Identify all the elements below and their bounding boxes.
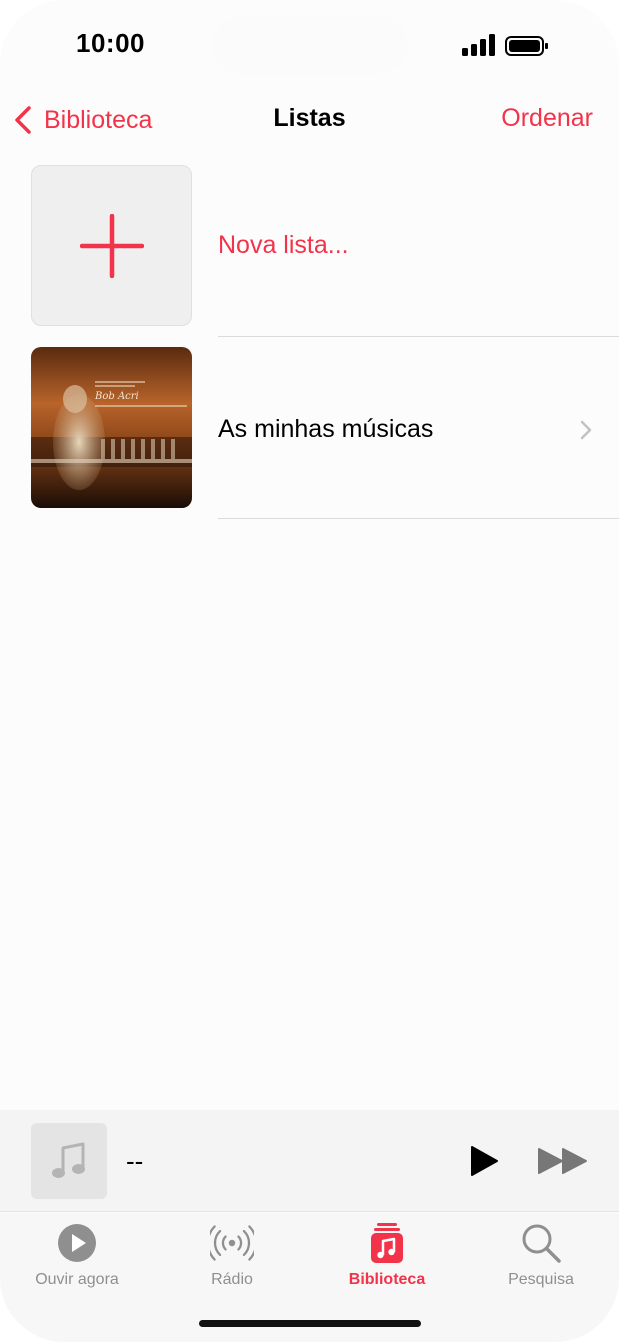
playlist-label: As minhas músicas xyxy=(218,415,434,443)
new-playlist-tile xyxy=(31,165,192,326)
tab-radio[interactable]: Rádio xyxy=(167,1221,297,1289)
play-button[interactable] xyxy=(468,1144,500,1178)
mini-player-artwork xyxy=(31,1123,107,1199)
tab-label: Biblioteca xyxy=(348,1271,426,1288)
chevron-right-icon xyxy=(580,420,592,440)
sort-button[interactable]: Ordenar xyxy=(501,104,593,133)
battery-icon xyxy=(505,36,548,56)
tab-label: Pesquisa xyxy=(508,1271,574,1288)
play-circle-icon xyxy=(58,1224,96,1262)
fast-forward-button[interactable] xyxy=(537,1146,589,1176)
status-bar: 10:00 xyxy=(0,0,619,90)
status-time: 10:00 xyxy=(76,28,145,58)
library-icon xyxy=(371,1223,403,1263)
tab-label: Ouvir agora xyxy=(35,1271,119,1288)
row-divider xyxy=(218,518,619,519)
cellular-signal-icon xyxy=(462,34,495,56)
new-playlist-row[interactable]: Nova lista... xyxy=(0,155,619,337)
new-playlist-label: Nova lista... xyxy=(218,231,349,259)
tab-library[interactable]: Biblioteca xyxy=(322,1221,452,1289)
music-note-icon xyxy=(52,1142,85,1178)
album-art-text: Bob Acri xyxy=(94,391,139,402)
now-playing-title: -- xyxy=(126,1146,144,1176)
tab-label: Rádio xyxy=(211,1271,253,1288)
tab-search[interactable]: Pesquisa xyxy=(476,1221,606,1289)
mini-player[interactable]: -- xyxy=(0,1110,619,1212)
radio-icon xyxy=(210,1225,254,1261)
tab-listen-now[interactable]: Ouvir agora xyxy=(12,1221,142,1289)
playlist-artwork: Bob Acri xyxy=(31,347,192,508)
search-icon xyxy=(522,1224,561,1263)
album-cover-image: Bob Acri xyxy=(31,347,192,508)
dynamic-island xyxy=(212,16,408,74)
navigation-bar: Biblioteca Listas Ordenar xyxy=(0,96,619,144)
music-app-screen: 10:00 Biblioteca Listas Ordenar Nova lis… xyxy=(0,0,619,1342)
home-indicator[interactable] xyxy=(199,1320,421,1327)
playlist-row[interactable]: Bob Acri As minhas músicas xyxy=(0,337,619,519)
plus-icon xyxy=(80,214,144,278)
